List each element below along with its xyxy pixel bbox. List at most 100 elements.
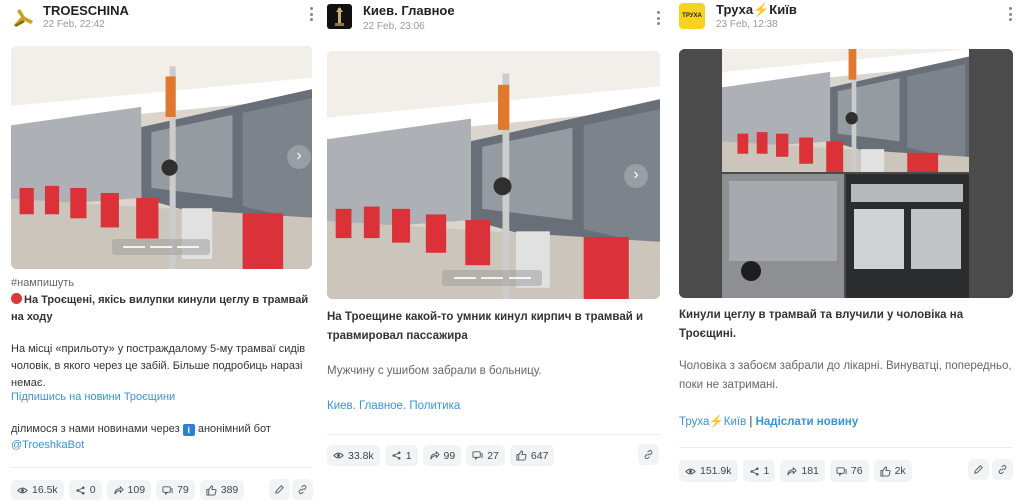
comments-counter[interactable]: 79 bbox=[156, 480, 195, 500]
forwards-counter[interactable]: 99 bbox=[422, 445, 462, 466]
post-headline-text: На Троєщені, якісь вилупки кинули цеглу … bbox=[11, 294, 309, 323]
post-date[interactable]: 22 Feb, 22:42 bbox=[43, 19, 105, 30]
shares-value: 0 bbox=[89, 484, 96, 496]
divider bbox=[679, 447, 1013, 448]
carousel-indicator bbox=[442, 270, 542, 286]
comments-value: 76 bbox=[850, 465, 863, 477]
lightning-icon: ⚡ bbox=[709, 416, 724, 428]
comments-counter[interactable]: 27 bbox=[466, 445, 505, 466]
post-photo-gallery[interactable] bbox=[679, 49, 1013, 298]
divider bbox=[327, 434, 660, 435]
forwards-counter[interactable]: 109 bbox=[106, 480, 152, 500]
pencil-icon[interactable] bbox=[269, 479, 290, 500]
channel-name[interactable]: Труха⚡Київ bbox=[716, 2, 797, 18]
thumbs-up-icon bbox=[206, 485, 217, 496]
lightning-icon: ⚡ bbox=[753, 2, 770, 17]
channel-name[interactable]: Киев. Главное bbox=[363, 3, 455, 18]
post-card-kiev-glavnoe: Киев. Главное 22 Feb, 23:06 › На Троещин… bbox=[322, 0, 670, 504]
reactions-value: 647 bbox=[530, 449, 549, 462]
forward-arrow-icon bbox=[429, 450, 440, 461]
post-date[interactable]: 22 Feb, 23:06 bbox=[363, 21, 425, 32]
bot-link[interactable]: @TroeshkaBot bbox=[11, 437, 311, 454]
post-date[interactable]: 23 Feb, 12:38 bbox=[716, 19, 778, 30]
post-headline: На Троещине какой-то умник кинул кирпич … bbox=[327, 311, 644, 342]
channel-link-part1[interactable]: Труха bbox=[679, 416, 709, 428]
post-headline: На Троєщені, якісь вилупки кинули цеглу … bbox=[11, 292, 311, 326]
channel-link[interactable]: Киев. Главное. Политика bbox=[327, 397, 662, 416]
channel-link-part2[interactable]: Київ bbox=[724, 416, 746, 428]
forwards-value: 109 bbox=[127, 484, 146, 496]
hashtag[interactable]: #нампишуть bbox=[11, 275, 311, 292]
views-counter[interactable]: 16.5k bbox=[11, 480, 64, 500]
kebab-menu-icon[interactable] bbox=[306, 5, 316, 23]
link-icon[interactable] bbox=[292, 479, 313, 500]
channel-avatar[interactable] bbox=[327, 4, 352, 29]
comments-counter[interactable]: 76 bbox=[829, 460, 869, 482]
post-body: Мужчину с ушибом забрали в больницу. bbox=[327, 365, 542, 377]
forward-arrow-icon bbox=[113, 485, 124, 496]
post-card-troeschina: TROESCHINA 22 Feb, 22:42 › #нампишуть На… bbox=[0, 0, 322, 504]
link-icon[interactable] bbox=[638, 444, 659, 465]
shares-counter[interactable]: 1 bbox=[384, 445, 418, 466]
reactions-counter[interactable]: 647 bbox=[509, 445, 555, 466]
kebab-menu-icon[interactable] bbox=[1005, 5, 1015, 23]
reactions-counter[interactable]: 389 bbox=[199, 480, 245, 500]
tram-interior-image bbox=[327, 51, 660, 299]
comments-icon bbox=[472, 450, 483, 461]
views-value: 33.8k bbox=[348, 449, 374, 462]
shares-value: 1 bbox=[405, 449, 412, 462]
post-photo[interactable]: › bbox=[327, 51, 660, 299]
red-face-icon bbox=[11, 293, 22, 304]
eye-icon bbox=[333, 450, 344, 461]
tram-interior-image bbox=[11, 46, 312, 269]
views-value: 16.5k bbox=[32, 484, 58, 496]
subscribe-link[interactable]: Підпишись на новини Троєщини bbox=[11, 389, 311, 406]
kebab-menu-icon[interactable] bbox=[653, 9, 663, 27]
channel-avatar[interactable]: ТРУХА bbox=[679, 3, 705, 29]
avatar-logo-text: ТРУХА bbox=[682, 13, 702, 19]
channel-avatar[interactable] bbox=[11, 5, 36, 30]
forwards-value: 99 bbox=[443, 449, 456, 462]
info-icon: i bbox=[182, 424, 195, 436]
post-stats: 33.8k 1 99 27 647 bbox=[327, 445, 555, 466]
chevron-right-icon[interactable]: › bbox=[624, 164, 648, 188]
share-news-text: ділимося з нами новинами через i анонімн… bbox=[11, 421, 311, 438]
share-icon bbox=[749, 466, 760, 477]
post-card-trukha-kyiv: ТРУХА Труха⚡Київ 23 Feb, 12:38 Кинули це… bbox=[670, 0, 1024, 504]
share-icon bbox=[75, 485, 86, 496]
thumbs-up-icon bbox=[516, 450, 527, 461]
share-suffix: анонімний бот bbox=[197, 423, 271, 435]
shares-counter[interactable]: 1 bbox=[742, 460, 776, 482]
thumbs-up-icon bbox=[880, 466, 891, 477]
share-prefix: ділимося з нами новинами через bbox=[11, 423, 180, 435]
carousel-indicator bbox=[112, 239, 210, 255]
views-value: 151.9k bbox=[700, 465, 732, 477]
post-photo[interactable]: › bbox=[11, 46, 312, 269]
post-body: На місці «прильоту» у постраждалому 5-му… bbox=[11, 343, 306, 389]
chevron-right-icon[interactable]: › bbox=[287, 145, 311, 169]
eye-icon bbox=[17, 485, 28, 496]
comments-icon bbox=[836, 466, 847, 477]
reactions-counter[interactable]: 2k bbox=[873, 460, 912, 482]
post-headline: Кинули цеглу в трамвай та влучили у чоло… bbox=[679, 309, 964, 340]
views-counter[interactable]: 33.8k bbox=[327, 445, 380, 466]
shares-value: 1 bbox=[763, 465, 770, 477]
footer-separator: | bbox=[749, 416, 753, 428]
shares-counter[interactable]: 0 bbox=[68, 480, 102, 500]
comments-value: 27 bbox=[487, 449, 499, 462]
post-stats: 151.9k 1 181 76 2k bbox=[679, 460, 912, 482]
pencil-icon[interactable] bbox=[968, 459, 989, 480]
divider bbox=[11, 467, 311, 468]
post-footer: Труха⚡Київ | Надіслати новину bbox=[679, 413, 1019, 432]
link-icon[interactable] bbox=[992, 459, 1013, 480]
channel-name-part2: Київ bbox=[769, 2, 797, 17]
comments-value: 79 bbox=[177, 484, 189, 496]
reactions-value: 2k bbox=[894, 465, 906, 477]
reactions-value: 389 bbox=[220, 484, 239, 496]
submit-news-link[interactable]: Надіслати новину bbox=[756, 416, 859, 428]
forwards-value: 181 bbox=[801, 465, 819, 477]
channel-name[interactable]: TROESCHINA bbox=[43, 3, 129, 18]
forwards-counter[interactable]: 181 bbox=[780, 460, 825, 482]
views-counter[interactable]: 151.9k bbox=[679, 460, 738, 482]
comments-icon bbox=[162, 485, 173, 496]
